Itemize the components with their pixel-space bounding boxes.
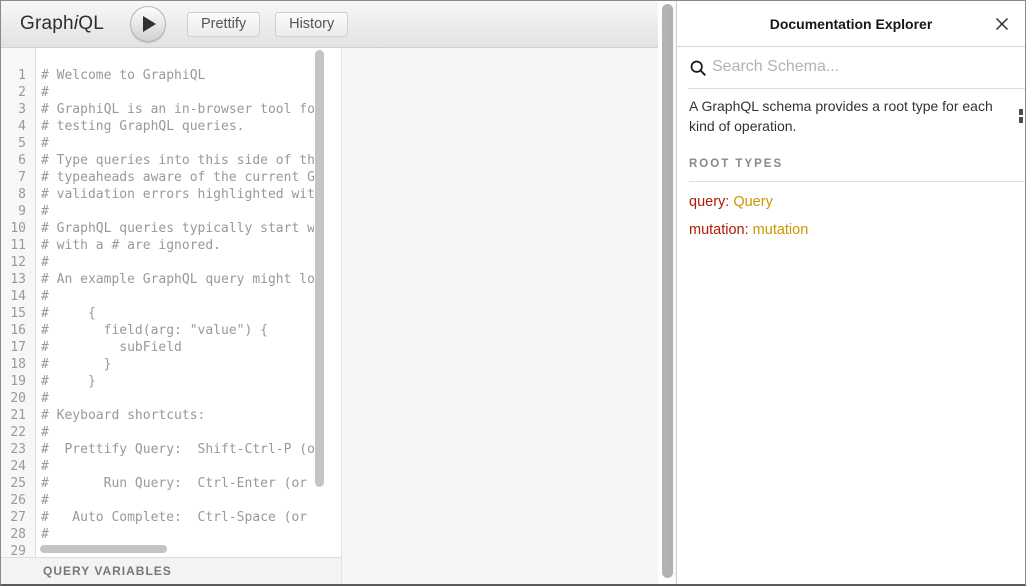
line-number: 29 bbox=[1, 543, 35, 557]
code-line[interactable]: # Type queries into this side of th bbox=[41, 152, 314, 169]
code-line[interactable]: # bbox=[41, 424, 314, 441]
code-line[interactable]: # bbox=[41, 492, 314, 509]
line-number-gutter: 1234567891011121314151617181920212223242… bbox=[1, 48, 36, 557]
code-line[interactable]: # with a # are ignored. bbox=[41, 237, 314, 254]
line-number: 10 bbox=[1, 220, 35, 237]
line-number: 24 bbox=[1, 458, 35, 475]
schema-search-input[interactable] bbox=[712, 53, 1002, 81]
code-line[interactable]: # Auto Complete: Ctrl-Space (or bbox=[41, 509, 314, 526]
line-number: 2 bbox=[1, 84, 35, 101]
line-number: 19 bbox=[1, 373, 35, 390]
line-number: 4 bbox=[1, 118, 35, 135]
code-line[interactable]: # validation errors highlighted wit bbox=[41, 186, 314, 203]
query-variables-bar[interactable]: QUERY VARIABLES bbox=[1, 557, 341, 584]
root-types-divider bbox=[689, 181, 1025, 182]
code-line[interactable]: # GraphiQL is an in-browser tool fo bbox=[41, 101, 314, 118]
root-type-item: mutation: mutation bbox=[689, 222, 1013, 238]
code-line[interactable]: # Prettify Query: Shift-Ctrl-P (o bbox=[41, 441, 314, 458]
doc-explorer-content: A GraphQL schema provides a root type fo… bbox=[677, 96, 1025, 238]
code-line[interactable]: # bbox=[41, 135, 314, 152]
logo-text-graph: Graph bbox=[20, 13, 74, 34]
line-number: 5 bbox=[1, 135, 35, 152]
line-number: 28 bbox=[1, 526, 35, 543]
code-line[interactable]: # testing GraphQL queries. bbox=[41, 118, 314, 135]
line-number: 14 bbox=[1, 288, 35, 305]
line-number: 15 bbox=[1, 305, 35, 322]
line-number: 20 bbox=[1, 390, 35, 407]
code-line[interactable]: # bbox=[41, 203, 314, 220]
root-type-keyword: query: bbox=[689, 194, 733, 210]
code-line[interactable]: # subField bbox=[41, 339, 314, 356]
line-number: 11 bbox=[1, 237, 35, 254]
code-line[interactable]: # bbox=[41, 526, 314, 543]
code-line[interactable]: # typeaheads aware of the current G bbox=[41, 169, 314, 186]
line-number: 26 bbox=[1, 492, 35, 509]
line-number: 22 bbox=[1, 424, 35, 441]
line-number: 9 bbox=[1, 203, 35, 220]
logo-text-ql: QL bbox=[78, 13, 104, 34]
editor-horizontal-scrollbar[interactable] bbox=[40, 545, 167, 553]
code-line[interactable]: # Run Query: Ctrl-Enter (or bbox=[41, 475, 314, 492]
doc-explorer-header: Documentation Explorer bbox=[677, 1, 1025, 47]
graphiql-logo: GraphiQL bbox=[20, 13, 104, 35]
code-line[interactable]: # bbox=[41, 390, 314, 407]
code-line[interactable]: # bbox=[41, 254, 314, 271]
line-number: 16 bbox=[1, 322, 35, 339]
line-number: 13 bbox=[1, 271, 35, 288]
code-line[interactable]: # bbox=[41, 458, 314, 475]
search-divider bbox=[688, 88, 1025, 89]
editor-vertical-scrollbar[interactable] bbox=[315, 50, 324, 487]
code-line[interactable]: # bbox=[41, 84, 314, 101]
line-number: 7 bbox=[1, 169, 35, 186]
execute-query-button[interactable] bbox=[130, 6, 166, 42]
line-number: 6 bbox=[1, 152, 35, 169]
line-number: 8 bbox=[1, 186, 35, 203]
schema-intro-text: A GraphQL schema provides a root type fo… bbox=[689, 96, 1001, 136]
code-line[interactable]: # Welcome to GraphiQL bbox=[41, 67, 314, 84]
query-editor[interactable]: 1234567891011121314151617181920212223242… bbox=[1, 48, 341, 557]
close-icon bbox=[994, 16, 1010, 32]
code-line[interactable]: # } bbox=[41, 373, 314, 390]
page-scrollbar-track bbox=[658, 1, 676, 584]
code-line[interactable]: # bbox=[41, 288, 314, 305]
code-line[interactable]: # { bbox=[41, 305, 314, 322]
schema-search-row bbox=[677, 47, 1025, 89]
history-button[interactable]: History bbox=[275, 12, 348, 37]
query-variables-title: QUERY VARIABLES bbox=[43, 564, 172, 578]
prettify-button[interactable]: Prettify bbox=[187, 12, 260, 37]
line-number: 12 bbox=[1, 254, 35, 271]
graphiql-window: GraphiQL Prettify History 12345678910111… bbox=[0, 0, 1026, 586]
line-number: 17 bbox=[1, 339, 35, 356]
root-type-link[interactable]: mutation bbox=[753, 222, 809, 238]
documentation-explorer: Documentation Explorer A GraphQL schema … bbox=[676, 1, 1025, 584]
root-types-list: query: Query mutation: mutation bbox=[689, 194, 1013, 238]
line-number: 1 bbox=[1, 67, 35, 84]
code-line[interactable]: # GraphQL queries typically start w bbox=[41, 220, 314, 237]
query-editor-code[interactable]: # Welcome to GraphiQL## GraphiQL is an i… bbox=[41, 48, 314, 557]
search-icon bbox=[690, 60, 707, 77]
line-number: 3 bbox=[1, 101, 35, 118]
page-scrollbar-thumb[interactable] bbox=[662, 4, 673, 578]
code-line[interactable]: # } bbox=[41, 356, 314, 373]
root-types-heading: ROOT TYPES bbox=[689, 158, 1013, 170]
line-number: 27 bbox=[1, 509, 35, 526]
root-type-item: query: Query bbox=[689, 194, 1013, 210]
line-number: 25 bbox=[1, 475, 35, 492]
play-icon bbox=[143, 16, 156, 32]
line-number: 18 bbox=[1, 356, 35, 373]
code-line[interactable]: # Keyboard shortcuts: bbox=[41, 407, 314, 424]
code-line[interactable]: # field(arg: "value") { bbox=[41, 322, 314, 339]
doc-close-button[interactable] bbox=[992, 14, 1012, 34]
toolbar: GraphiQL Prettify History bbox=[1, 1, 658, 48]
root-type-link[interactable]: Query bbox=[733, 194, 773, 210]
doc-scrollbar-marks bbox=[1019, 109, 1023, 125]
line-number: 21 bbox=[1, 407, 35, 424]
line-number: 23 bbox=[1, 441, 35, 458]
result-pane bbox=[341, 48, 658, 584]
root-type-keyword: mutation: bbox=[689, 222, 753, 238]
doc-explorer-title: Documentation Explorer bbox=[770, 16, 933, 32]
code-line[interactable]: # An example GraphQL query might lo bbox=[41, 271, 314, 288]
